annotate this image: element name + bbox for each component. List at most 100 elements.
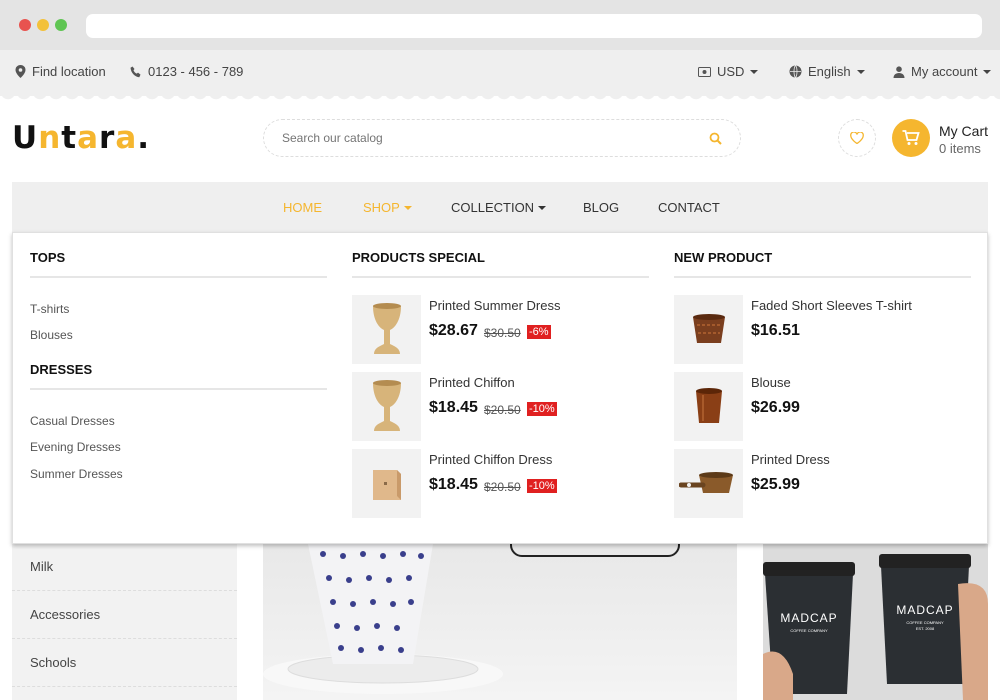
nav-home[interactable]: HOME [283,200,322,215]
product-price: $28.67 [429,322,478,339]
cup-sub-text: COFFEE COMPANY [790,628,828,633]
hero-banner[interactable] [263,544,737,700]
wooden-goblet-image [372,302,401,354]
cup-brand-text: MADCAP [896,603,953,617]
address-bar[interactable] [86,14,982,38]
divider [12,638,237,639]
chevron-down-icon [983,69,992,74]
cup-brand-text: MADCAP [780,611,837,625]
product-name[interactable]: Printed Dress [751,452,830,467]
product-old-price: $20.50 [484,480,521,494]
language-label: English [808,64,851,79]
account-label: My account [911,64,978,79]
search-input[interactable] [282,131,682,145]
nav-collection-label: COLLECTION [451,200,535,215]
site-logo[interactable]: Untara. [12,120,150,156]
cart-button[interactable] [892,119,930,157]
cup-est-text: EST. 2008 [916,626,935,631]
browser-chrome [0,0,1000,50]
phone-number: 0123 - 456 - 789 [148,64,244,79]
product-name[interactable]: Printed Chiffon [429,375,515,390]
link-casual-dresses[interactable]: Casual Dresses [30,414,115,428]
coffee-banner[interactable]: MADCAP COFFEE COMPANY MADCAP COFFEE COMP… [763,544,988,700]
new-product-heading: NEW PRODUCT [674,250,773,265]
nav-contact[interactable]: CONTACT [658,200,720,215]
discount-badge: -10% [527,402,557,416]
coffee-cups-image: MADCAP COFFEE COMPANY MADCAP COFFEE COMP… [763,544,988,700]
cup-sub-text: COFFEE COMPANY [906,620,944,625]
currency-selector[interactable]: USD [698,64,759,79]
heart-icon [850,132,864,144]
link-t-shirts[interactable]: T-shirts [30,302,69,316]
divider [30,388,327,390]
discount-badge: -10% [527,479,557,493]
products-special-heading: PRODUCTS SPECIAL [352,250,485,265]
tops-heading[interactable]: TOPS [30,250,65,265]
shop-mega-menu: TOPS T-shirts Blouses DRESSES Casual Dre… [12,232,988,544]
find-location-link[interactable]: Find location [15,64,106,79]
product-name[interactable]: Printed Chiffon Dress [429,452,552,467]
product-price: $18.45 [429,399,478,416]
wooden-ladle-cup-image [678,471,733,493]
nav-collection[interactable]: COLLECTION [451,200,547,215]
product-price: $26.99 [751,399,800,416]
product-price: $18.45 [429,476,478,493]
top-bar: Find location 0123 - 456 - 789 USD Engli… [0,50,1000,96]
wooden-cup-image [695,387,722,423]
product-image[interactable] [352,372,421,441]
wooden-box-image [372,469,401,500]
chevron-down-icon [403,205,412,210]
sidebar-item-accessories[interactable]: Accessories [30,607,100,622]
divider [12,686,237,687]
cart-title[interactable]: My Cart [939,123,988,139]
maximize-window-dot[interactable] [55,19,67,31]
nav-shop-label: SHOP [363,200,400,215]
divider [674,276,971,278]
main-nav: HOME SHOP COLLECTION BLOG CONTACT [12,182,988,232]
user-icon [893,65,905,78]
product-image[interactable] [352,449,421,518]
wishlist-button[interactable] [838,119,876,157]
search-box [263,119,741,157]
chevron-down-icon [538,205,547,210]
cart-count: 0 items [939,141,981,156]
divider [12,590,237,591]
link-evening-dresses[interactable]: Evening Dresses [30,440,121,454]
dresses-heading[interactable]: DRESSES [30,362,92,377]
product-name[interactable]: Faded Short Sleeves T-shirt [751,298,912,313]
wooden-goblet-image [372,379,401,431]
divider [30,276,327,278]
product-image[interactable] [674,449,743,518]
product-image[interactable] [674,372,743,441]
product-old-price: $30.50 [484,326,521,340]
phone-icon [130,66,141,77]
discount-badge: -6% [527,325,551,339]
find-location-label: Find location [32,64,106,79]
phone-link[interactable]: 0123 - 456 - 789 [130,64,243,79]
location-pin-icon [15,65,26,78]
product-name[interactable]: Blouse [751,375,791,390]
product-name[interactable]: Printed Summer Dress [429,298,560,313]
sidebar-item-schools[interactable]: Schools [30,655,76,670]
cart-icon [902,130,920,145]
minimize-window-dot[interactable] [37,19,49,31]
nav-shop[interactable]: SHOP [363,200,412,215]
chevron-down-icon [750,69,759,74]
language-selector[interactable]: English [789,64,865,79]
carved-wooden-bowl-image [692,313,725,343]
search-icon[interactable] [709,132,722,145]
close-window-dot[interactable] [19,19,31,31]
product-price: $25.99 [751,476,800,493]
currency-label: USD [717,64,745,79]
link-blouses[interactable]: Blouses [30,328,73,342]
product-price: $16.51 [751,322,800,339]
account-selector[interactable]: My account [893,64,992,79]
product-image[interactable] [674,295,743,364]
product-image[interactable] [352,295,421,364]
category-sidebar: Milk Accessories Schools [12,544,237,700]
sidebar-item-milk[interactable]: Milk [30,559,53,574]
globe-icon [789,65,802,78]
link-summer-dresses[interactable]: Summer Dresses [30,467,123,481]
product-old-price: $20.50 [484,403,521,417]
nav-blog[interactable]: BLOG [583,200,619,215]
